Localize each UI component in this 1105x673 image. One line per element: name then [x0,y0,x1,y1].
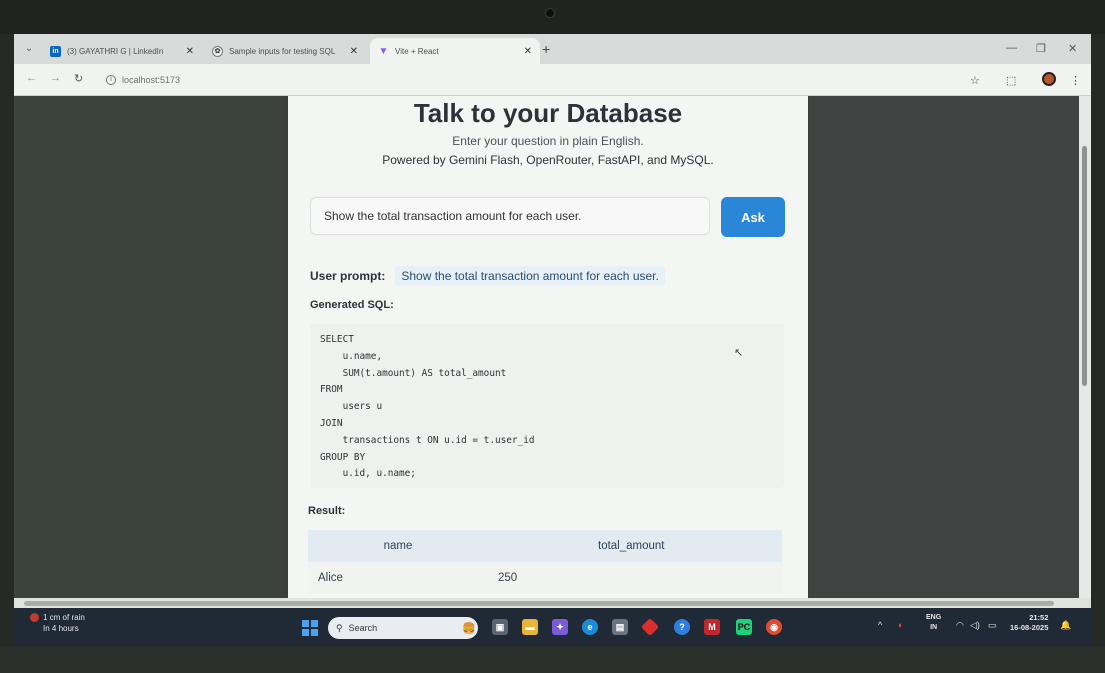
new-tab-button[interactable]: + [542,41,550,57]
tray-chevron-icon[interactable]: ^ [878,620,882,630]
user-prompt-text: Show the total transaction amount for ea… [395,266,665,286]
tab-linkedin[interactable]: in (3) GAYATHRI G | LinkedIn ✕ [42,38,202,64]
tab-vite-react[interactable]: ▼ Vite + React ✕ [370,38,540,64]
table-header-row: name total_amount [308,530,782,562]
volume-icon[interactable]: ◁) [970,620,980,631]
cell-name: Alice [308,562,488,594]
horizontal-scrollbar[interactable] [14,598,1079,608]
page-viewport: Talk to your Database Enter your questio… [14,96,1079,598]
page-background-left [14,96,284,598]
wifi-icon[interactable]: ◠ [956,620,964,631]
browser-menu-icon[interactable]: ⋮ [1070,74,1081,87]
cell-total-amount: 250 [488,562,782,594]
search-highlight-icon: 🍔 [462,622,476,635]
search-icon: ⚲ [336,622,343,633]
scrollbar-thumb[interactable] [1082,146,1087,386]
url-text: localhost:5173 [122,75,181,85]
screen: ⌄ in (3) GAYATHRI G | LinkedIn ✕ ✿ Sampl… [14,34,1091,646]
notification-bell-icon[interactable]: 🔔 [1060,620,1071,631]
page-background-right [809,96,1079,598]
extensions-icon[interactable]: ⬚ [1006,74,1016,87]
user-prompt-row: User prompt: Show the total transaction … [310,266,665,286]
laptop-bezel-top [0,0,1105,34]
page-subtitle: Enter your question in plain English. [452,134,644,148]
mouse-cursor-icon: ↖ [734,347,744,359]
weather-widget[interactable]: 1 cm of rain In 4 hours [30,612,85,634]
edge-icon[interactable]: e [582,619,598,635]
webcam [545,8,555,18]
app-card: Talk to your Database Enter your questio… [288,96,808,598]
column-header-name: name [308,530,488,562]
vite-icon: ▼ [378,45,389,57]
result-label: Result: [308,505,346,517]
mcafee-icon[interactable]: M [704,619,720,635]
task-view-icon[interactable]: ▣ [492,619,508,635]
tab-sample-inputs[interactable]: ✿ Sample inputs for testing SQL ✕ [204,38,366,64]
openai-icon: ✿ [212,45,223,57]
reload-icon[interactable]: ↻ [74,72,83,85]
user-prompt-label: User prompt: [310,269,386,283]
browser-tab-strip: ⌄ in (3) GAYATHRI G | LinkedIn ✕ ✿ Sampl… [14,34,1091,64]
battery-icon[interactable]: ▭ [988,620,997,631]
scrollbar-thumb[interactable] [24,601,1054,606]
table-row: Alice 250 [308,562,782,594]
help-icon[interactable]: ? [674,619,690,635]
back-icon[interactable]: ← [26,72,37,84]
rain-icon [30,613,39,622]
ask-button[interactable]: Ask [721,197,785,237]
result-table: name total_amount Alice 250 [308,530,782,594]
site-info-icon[interactable]: i [106,75,116,85]
tray-security-icon[interactable]: ◐ [898,620,903,630]
window-close-button[interactable]: ✕ [1068,42,1077,55]
page-title: Talk to your Database [413,98,683,128]
pycharm-icon[interactable]: PC [736,619,752,635]
restore-button[interactable]: ❐ [1036,42,1046,55]
store-icon[interactable]: ▤ [612,619,628,635]
app-red-diamond-icon[interactable] [640,617,660,637]
windows-start-icon[interactable] [302,620,318,636]
system-clock[interactable]: 21:52 16-08-2025 [1010,613,1048,633]
close-icon[interactable]: ✕ [186,46,194,57]
browser-toolbar: ← → ↻ i localhost:5173 ☆ ⬚ ⋮ [14,64,1091,96]
address-bar[interactable]: i localhost:5173 [102,69,962,91]
generated-sql-label: Generated SQL: [310,299,394,311]
vertical-scrollbar[interactable] [1079,96,1091,598]
minimize-button[interactable]: — [1006,42,1017,54]
tab-search-icon[interactable]: ⌄ [22,42,36,56]
chrome-icon[interactable]: ◉ [766,619,782,635]
profile-avatar[interactable] [1042,72,1056,86]
copilot-icon[interactable]: ✦ [552,619,568,635]
windows-taskbar: 1 cm of rain In 4 hours ⚲ Search 🍔 ▣ ▬ ✦… [14,608,1091,646]
close-icon[interactable]: ✕ [350,46,358,57]
generated-sql-code: SELECT u.name, SUM(t.amount) AS total_am… [310,324,784,488]
linkedin-icon: in [50,45,61,57]
column-header-total-amount: total_amount [488,530,782,562]
file-explorer-icon[interactable]: ▬ [522,619,538,635]
powered-by-text: Powered by Gemini Flash, OpenRouter, Fas… [382,153,714,167]
forward-icon[interactable]: → [50,72,61,84]
question-input[interactable] [310,197,710,235]
bookmark-star-icon[interactable]: ☆ [970,74,980,87]
taskbar-search[interactable]: ⚲ Search 🍔 [328,617,478,639]
language-indicator[interactable]: ENG IN [926,613,941,633]
laptop-bezel-bottom [0,646,1105,673]
close-icon[interactable]: ✕ [524,46,532,57]
